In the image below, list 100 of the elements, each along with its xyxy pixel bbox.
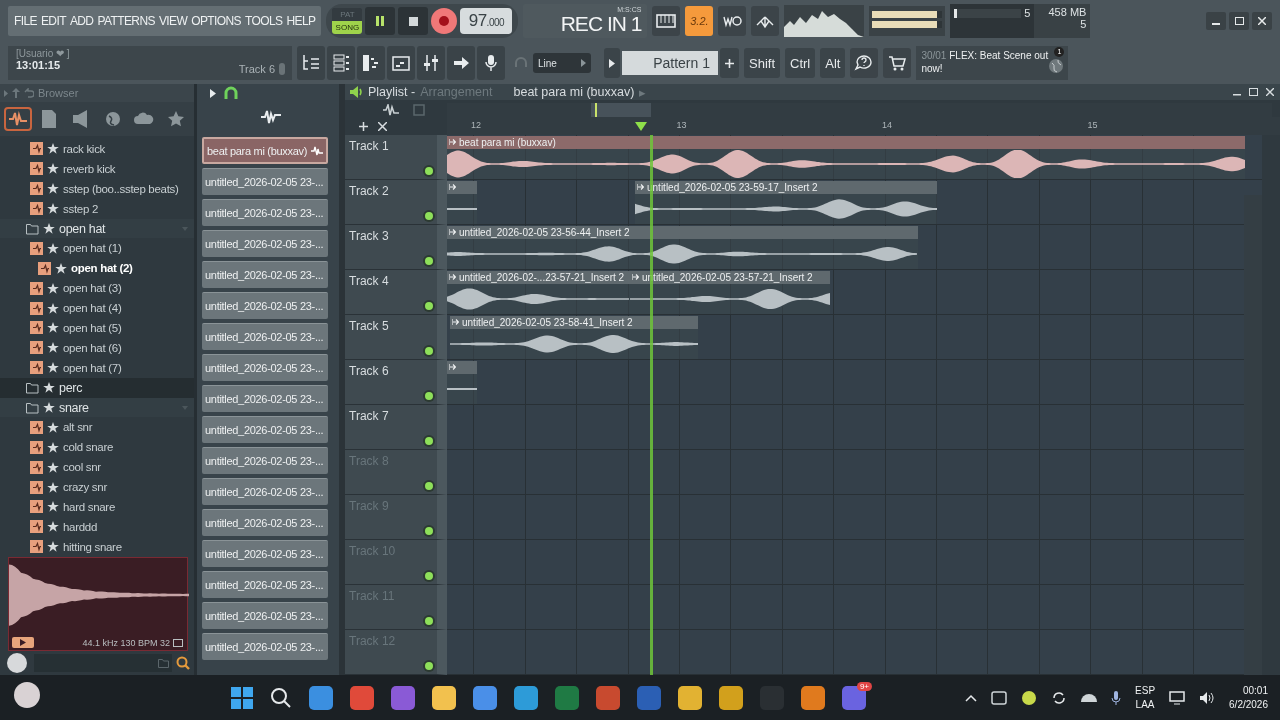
menu-item[interactable]: PATTERNS	[97, 14, 155, 28]
audio-clip[interactable]: untitled_2026-02-05 23-56-44_Insert 2	[447, 226, 918, 269]
mode-option[interactable]: SONG	[332, 21, 363, 34]
track-header[interactable]: Track 5	[345, 315, 447, 360]
file-row[interactable]: open hat (1)	[0, 238, 194, 259]
tempo-field[interactable]: 97.000	[460, 8, 513, 34]
track-led-icon[interactable]	[425, 302, 433, 310]
language-label[interactable]: ESP	[1135, 683, 1156, 698]
pattern-item[interactable]: untitled_2026-02-05 23-...	[202, 385, 328, 412]
vertical-scrollbar[interactable]	[1244, 195, 1262, 675]
pattern-item[interactable]: untitled_2026-02-05 23-...	[202, 261, 328, 288]
pause-button[interactable]	[365, 7, 396, 35]
play-button[interactable]	[12, 637, 34, 648]
audio-clip[interactable]: untitled_2026-02-05 23-57-21_Insert 2	[630, 271, 830, 314]
pattern-item[interactable]: beat para mi (buxxav)	[202, 137, 328, 164]
file-row[interactable]: reverb kick	[0, 158, 194, 179]
pattern-item[interactable]: untitled_2026-02-05 23-...	[202, 168, 328, 195]
track-header[interactable]: Track 3	[345, 225, 447, 270]
pattern-item[interactable]: untitled_2026-02-05 23-...	[202, 509, 328, 536]
search-field[interactable]	[34, 654, 172, 672]
pattern-item[interactable]: untitled_2026-02-05 23-...	[202, 633, 328, 660]
audio-clip[interactable]: untitled_2026-02-05 23-58-41_Insert 2	[450, 316, 698, 359]
modifier-key[interactable]: Alt	[820, 48, 846, 78]
arrow-button[interactable]	[447, 46, 475, 80]
keyboard-button[interactable]	[652, 6, 681, 36]
file-row[interactable]: sstep 2	[0, 198, 194, 219]
menu-item[interactable]: VIEW	[158, 14, 188, 28]
file-row[interactable]: cold snare	[0, 437, 194, 458]
modifier-key[interactable]: Ctrl	[785, 48, 816, 78]
file-row[interactable]: harddd	[0, 516, 194, 537]
menu-item[interactable]: OPTIONS	[191, 14, 241, 28]
countdown-button[interactable]: 3.2.	[685, 6, 714, 36]
pattern-item[interactable]: untitled_2026-02-05 23-...	[202, 571, 328, 598]
audio-clip[interactable]: untitled_2026-02-...23-57-21_Insert 2	[447, 271, 630, 314]
pattern-item[interactable]: untitled_2026-02-05 23-...	[202, 478, 328, 505]
menu-item[interactable]: TOOLS	[244, 14, 283, 28]
track-led-icon[interactable]	[425, 212, 433, 220]
mixer-button[interactable]	[417, 46, 445, 80]
file-row[interactable]: hitting snare	[0, 536, 194, 555]
track-led-icon[interactable]	[425, 392, 433, 400]
app-icon[interactable]	[719, 685, 743, 710]
menu-item[interactable]: ADD	[69, 14, 94, 28]
wings-button[interactable]	[751, 6, 780, 36]
track-led-icon[interactable]	[425, 257, 433, 265]
pattern-item[interactable]: untitled_2026-02-05 23-...	[202, 416, 328, 443]
pattern-item[interactable]: untitled_2026-02-05 23-...	[202, 292, 328, 319]
track-header[interactable]: Track 1	[345, 135, 447, 180]
help-button[interactable]	[850, 48, 879, 78]
add-pattern-button[interactable]	[720, 48, 739, 78]
menu-item[interactable]: FILE	[14, 14, 37, 28]
app-icon[interactable]	[473, 685, 497, 710]
app-icon[interactable]	[432, 685, 456, 710]
pattern-selector[interactable]: Pattern 1	[622, 51, 718, 75]
menu-item[interactable]: HELP	[286, 14, 316, 28]
file-row[interactable]: open hat (4)	[0, 298, 194, 318]
pattern-item[interactable]: untitled_2026-02-05 23-...	[202, 354, 328, 381]
track-led-icon[interactable]	[425, 527, 433, 535]
clock-date[interactable]: 6/2/2026	[1229, 697, 1268, 712]
file-row[interactable]: sstep (boo..sstep beats)	[0, 178, 194, 199]
folder-row[interactable]: snare	[0, 397, 194, 418]
file-row[interactable]: crazy snr	[0, 477, 194, 498]
file-row[interactable]: cool snr	[0, 457, 194, 478]
file-row[interactable]: open hat (5)	[0, 318, 194, 338]
file-row[interactable]: open hat (2)	[0, 258, 194, 279]
track-header[interactable]: Track 7	[345, 405, 447, 450]
track-led-icon[interactable]	[425, 347, 433, 355]
browser-tab[interactable]	[3, 107, 32, 131]
pattern-menu-button[interactable]	[604, 48, 620, 78]
audio-clip[interactable]	[447, 361, 477, 404]
file-row[interactable]: rack kick	[0, 139, 194, 159]
track-led-icon[interactable]	[425, 662, 433, 670]
audio-clip[interactable]: untitled_2026-02-05 23-59-17_Insert 2	[635, 181, 937, 224]
channel-tree-button[interactable]	[297, 46, 325, 80]
file-row[interactable]: open hat (3)	[0, 278, 194, 299]
snap-dropdown[interactable]: Line	[533, 53, 591, 73]
close-button[interactable]	[1252, 12, 1272, 30]
audio-clip[interactable]: beat para mi (buxxav)	[447, 136, 1245, 179]
minimize-button[interactable]	[1206, 12, 1226, 30]
pattern-name[interactable]: beat para mi (buxxav)	[513, 85, 635, 99]
maximize-button[interactable]	[1229, 12, 1249, 30]
record-button[interactable]	[431, 8, 458, 34]
track-led-icon[interactable]	[425, 437, 433, 445]
app-icon[interactable]	[514, 685, 538, 710]
track-led-icon[interactable]	[425, 572, 433, 580]
pattern-item[interactable]: untitled_2026-02-05 23-...	[202, 230, 328, 257]
file-row[interactable]: alt snr	[0, 417, 194, 438]
folder-row[interactable]: open hat	[0, 218, 194, 239]
track-header[interactable]: Track 6	[345, 360, 447, 405]
file-row[interactable]: hard snare	[0, 497, 194, 517]
cart-button[interactable]	[883, 48, 912, 78]
pattern-item[interactable]: untitled_2026-02-05 23-...	[202, 540, 328, 567]
pattern-item[interactable]: untitled_2026-02-05 23-...	[202, 602, 328, 629]
pattern-item[interactable]: untitled_2026-02-05 23-...	[202, 447, 328, 474]
stop-button[interactable]	[398, 7, 429, 35]
folder-row[interactable]: perc	[0, 377, 194, 398]
loop-record-button[interactable]	[718, 6, 747, 36]
track-led-icon[interactable]	[425, 167, 433, 175]
app-icon[interactable]	[678, 685, 702, 710]
microphone-button[interactable]	[477, 46, 505, 80]
list-button[interactable]	[327, 46, 355, 80]
